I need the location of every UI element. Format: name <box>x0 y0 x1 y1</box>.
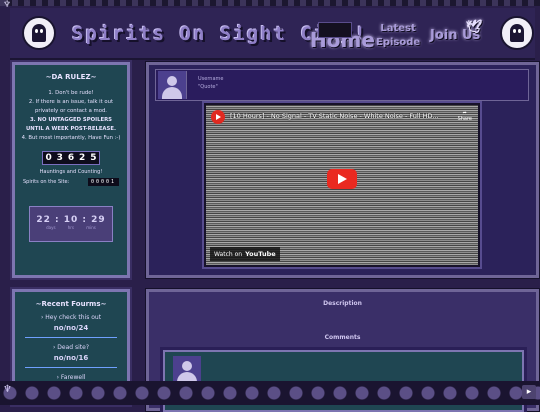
nav-latest-episode-button[interactable]: Latest Episode <box>376 22 420 50</box>
forum-divider <box>25 337 117 338</box>
spirits-online-row: Spirits on the Site: 00001 <box>15 178 127 186</box>
countdown-clock: 22 : 10 : 29 days hrs mins <box>29 206 113 242</box>
share-button[interactable]: ➦ Share <box>458 110 472 122</box>
bird-icon: 🕊 <box>466 20 483 35</box>
rule-item: 2. If there is an issue, talk it out pri… <box>28 99 114 114</box>
clock-label: hrs <box>67 225 75 230</box>
forum-item[interactable]: › Dead site? no/no/16 <box>15 344 127 362</box>
rule-item: 3. NO UNTAGGED SPOILERS UNTIL A WEEK POS… <box>26 117 116 132</box>
top-pattern-strip <box>0 0 540 6</box>
forum-item-title: › Farewell <box>56 374 86 381</box>
channel-icon[interactable] <box>211 110 225 124</box>
rules-list: 1. Don't be rude! 2. If there is an issu… <box>15 89 127 143</box>
watch-on-youtube-button[interactable]: Watch on YouTube <box>210 247 280 261</box>
youtube-logo: YouTube <box>245 250 276 258</box>
user-quote: "Quote" <box>198 84 218 90</box>
user-avatar[interactable] <box>158 71 187 99</box>
scroll-button-icon[interactable]: ▸ <box>522 385 536 399</box>
site-header: Spirits On Sight City! Home Latest Episo… <box>10 8 535 60</box>
forum-item-date: no/no/24 <box>53 324 89 332</box>
counter-digit: 3 <box>56 153 63 163</box>
forum-item-title: › Dead site? <box>52 344 90 351</box>
video-title[interactable]: [10 Hours] - No Signal - TV Static Noise… <box>230 112 439 120</box>
video-embed[interactable]: [10 Hours] - No Signal - TV Static Noise… <box>202 101 482 269</box>
nav-home-button[interactable]: Home <box>310 22 375 52</box>
counter-digit: 0 <box>45 153 52 163</box>
forum-item[interactable]: › Hey check this out no/no/24 <box>15 314 127 332</box>
nav-join-button[interactable]: Join Us 🕊 <box>430 20 483 43</box>
forum-item-title: › Hey check this out <box>40 314 102 321</box>
username: Username <box>198 76 224 82</box>
counter-digit: 6 <box>67 153 75 163</box>
forum-item-date: no/no/16 <box>53 354 89 362</box>
share-label: Share <box>457 116 472 122</box>
rule-item: 4. But most importantly, Have Fun :-) <box>21 135 121 141</box>
clock-time: 22 : 10 : 29 <box>36 215 106 225</box>
comments-heading: Comments <box>324 334 361 341</box>
clock-label: mins <box>86 225 96 230</box>
clock-labels: days hrs mins <box>30 225 112 230</box>
ghost-glyph-icon: ♆ <box>3 384 12 395</box>
forums-title: ~Recent Fourms~ <box>35 300 107 308</box>
spirits-label: Spirits on the Site: <box>23 179 70 185</box>
nav-latest-label-1: Latest <box>380 23 416 34</box>
ghost-logo-left-icon[interactable] <box>22 16 56 50</box>
spirits-count: 00001 <box>87 178 119 186</box>
forum-divider <box>25 367 117 368</box>
clock-label: days <box>46 225 56 230</box>
rule-item: 1. Don't be rude! <box>48 90 94 96</box>
counter-caption: Hauntings and Counting! <box>39 169 103 175</box>
description-heading: Description <box>323 300 362 307</box>
watch-on-label: Watch on <box>214 250 243 258</box>
nav-latest-label-2: Episode <box>376 37 421 48</box>
rules-box: ~DA RULEZ~ 1. Don't be rude! 2. If there… <box>12 62 130 278</box>
post-panel: Username "Quote" [10 Hours] - No Signal … <box>146 62 539 278</box>
rules-title: ~DA RULEZ~ <box>45 73 97 81</box>
tv-screen-icon <box>318 22 352 38</box>
user-bar: Username "Quote" <box>155 69 529 101</box>
bottom-pattern-band <box>0 381 540 405</box>
counter-digit: 5 <box>90 153 97 163</box>
hit-counter: 0 3 6 2 5 <box>42 151 100 165</box>
play-button-icon[interactable] <box>327 169 357 189</box>
ghost-logo-right-icon[interactable] <box>500 16 534 50</box>
forum-item[interactable]: › Farewell <box>15 374 127 381</box>
counter-digit: 2 <box>79 153 86 163</box>
